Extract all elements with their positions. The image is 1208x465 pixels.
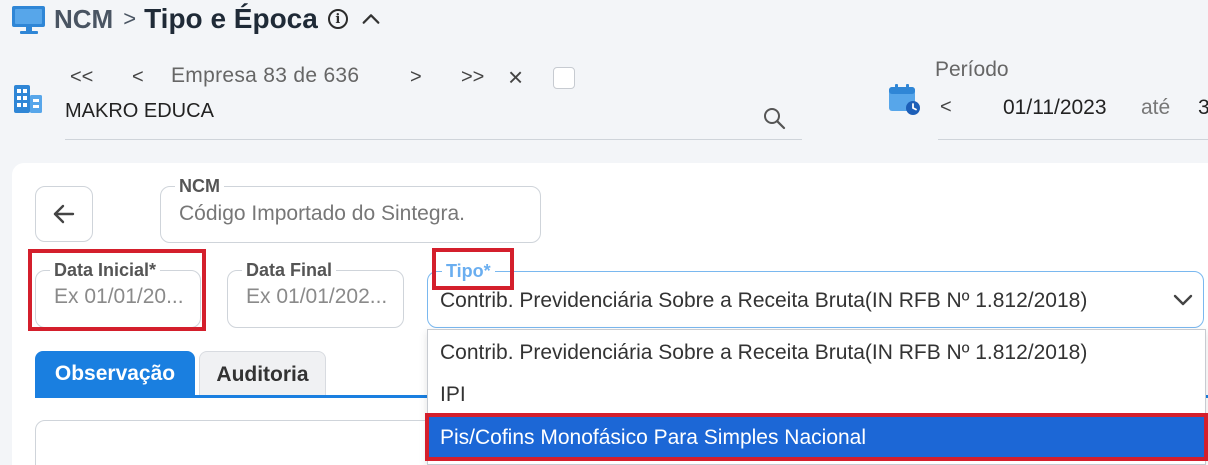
periodo-separator: até	[1141, 96, 1171, 119]
last-company-button[interactable]: >>	[461, 66, 484, 89]
tab-observacao[interactable]: Observação	[35, 351, 195, 397]
dropdown-option[interactable]: IPI	[428, 374, 1205, 416]
tipo-label: Tipo*	[442, 260, 495, 282]
data-final-field[interactable]: Data Final Ex 01/01/202...	[227, 259, 404, 328]
data-final-label: Data Final	[242, 259, 337, 281]
company-checkbox[interactable]	[553, 67, 575, 89]
first-company-button[interactable]: <<	[70, 66, 93, 89]
monitor-icon	[12, 4, 46, 34]
dropdown-option[interactable]: Contrib. Previdenciária Sobre a Receita …	[428, 332, 1205, 374]
tab-auditoria[interactable]: Auditoria	[199, 351, 326, 397]
company-name[interactable]: MAKRO EDUCA	[65, 100, 214, 123]
data-inicial-label: Data Inicial*	[50, 259, 161, 281]
calendar-icon	[889, 84, 920, 115]
tipo-selected-value: Contrib. Previdenciária Sobre a Receita …	[440, 289, 1088, 312]
ncm-field-label: NCM	[175, 175, 224, 197]
tipo-dropdown-menu: Contrib. Previdenciária Sobre a Receita …	[427, 329, 1206, 465]
next-company-button[interactable]: >	[410, 66, 422, 89]
back-button[interactable]	[35, 186, 93, 242]
data-final-placeholder: Ex 01/01/202...	[246, 285, 388, 308]
ncm-field-value: Código Importado do Sintegra.	[179, 202, 466, 225]
search-icon[interactable]	[762, 106, 786, 130]
company-field-underline	[65, 139, 802, 140]
info-icon[interactable]: i	[327, 9, 348, 29]
periodo-label: Período	[935, 58, 1009, 81]
empresa-counter: Empresa 83 de 636	[171, 64, 360, 87]
chevron-down-icon[interactable]	[1171, 288, 1195, 312]
page-title: Tipo e Época	[144, 3, 318, 34]
data-inicial-field[interactable]: Data Inicial* Ex 01/01/20...	[35, 259, 201, 328]
breadcrumb-root[interactable]: NCM	[54, 4, 113, 35]
chevron-up-icon[interactable]	[360, 8, 382, 30]
data-inicial-placeholder: Ex 01/01/20...	[54, 285, 184, 308]
tipo-select[interactable]: Tipo* Contrib. Previdenciária Sobre a Re…	[427, 260, 1204, 328]
periodo-end-date[interactable]: 3	[1198, 96, 1208, 120]
dropdown-option-highlighted[interactable]: Pis/Cofins Monofásico Para Simples Nacio…	[428, 417, 1205, 459]
arrow-left-icon	[53, 204, 75, 224]
periodo-underline	[938, 139, 1208, 140]
prev-company-button[interactable]: <	[132, 66, 144, 89]
building-icon	[14, 85, 42, 113]
clear-company-button[interactable]: ×	[508, 62, 523, 93]
ncm-field[interactable]: NCM Código Importado do Sintegra.	[160, 175, 541, 243]
breadcrumb-separator: >	[123, 6, 137, 31]
periodo-start-date[interactable]: 01/11/2023	[1003, 96, 1107, 120]
breadcrumb: NCM > Tipo e Época i	[12, 3, 382, 35]
periodo-prev-button[interactable]: <	[940, 96, 952, 119]
